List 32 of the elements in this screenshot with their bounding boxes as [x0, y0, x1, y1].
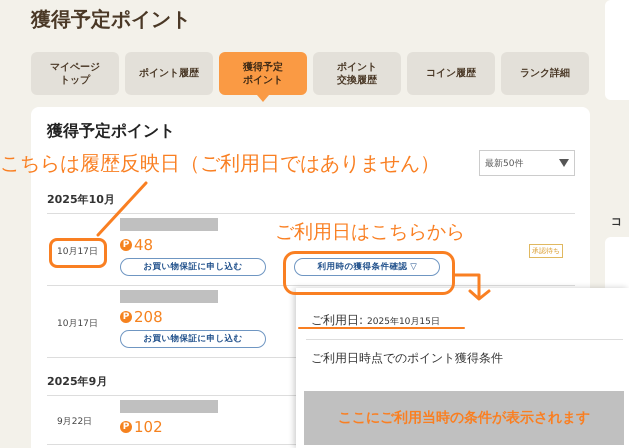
filter-dropdown[interactable]: 最新50件 [479, 150, 575, 176]
annotation-text: こちらは履歴反映日（ご利用日ではありません） [0, 150, 440, 177]
point-amount: 208 [134, 308, 163, 326]
point-icon: P [120, 239, 132, 251]
card-title: 獲得予定ポイント [47, 121, 176, 142]
tab[interactable]: ポイント履歴 [125, 52, 213, 95]
tab[interactable]: マイページ トップ [31, 52, 119, 95]
tab-pointer [257, 95, 269, 102]
annotation-text: ご利用日はこちらから [275, 220, 465, 245]
point-amount: 102 [134, 418, 163, 436]
point-icon: P [120, 311, 132, 323]
highlight-ring [49, 238, 107, 268]
tab[interactable]: 獲得予定 ポイント [219, 52, 307, 95]
usage-label: ご利用日: [311, 312, 364, 329]
conditions-heading: ご利用日時点でのポイント獲得条件 [310, 350, 504, 367]
entry-date: 10月17日 [56, 246, 99, 258]
guarantee-button[interactable]: お買い物保証に申し込む [120, 258, 266, 276]
point-amount: 48 [134, 236, 154, 254]
notice-box: ここにご利用当時の条件が表示されます [304, 391, 624, 445]
caret-icon [559, 159, 569, 167]
condition-button[interactable]: 利用時の獲得条件確認 ▽ [294, 258, 440, 276]
guarantee-button[interactable]: お買い物保証に申し込む [120, 330, 266, 348]
month-heading: 2025年10月 [47, 192, 575, 214]
page-title: 獲得予定ポイント [31, 6, 192, 33]
usage-date: 2025年10月15日 [367, 316, 440, 328]
sidebar-heading: コ [611, 214, 623, 229]
tab[interactable]: ランク詳細 [501, 52, 589, 95]
point-icon: P [120, 421, 132, 433]
tab[interactable]: ポイント 交換履歴 [313, 52, 401, 95]
entry-date: 10月17日 [56, 318, 99, 330]
entry-date: 9月22日 [56, 416, 94, 428]
tab[interactable]: コイン履歴 [407, 52, 495, 95]
